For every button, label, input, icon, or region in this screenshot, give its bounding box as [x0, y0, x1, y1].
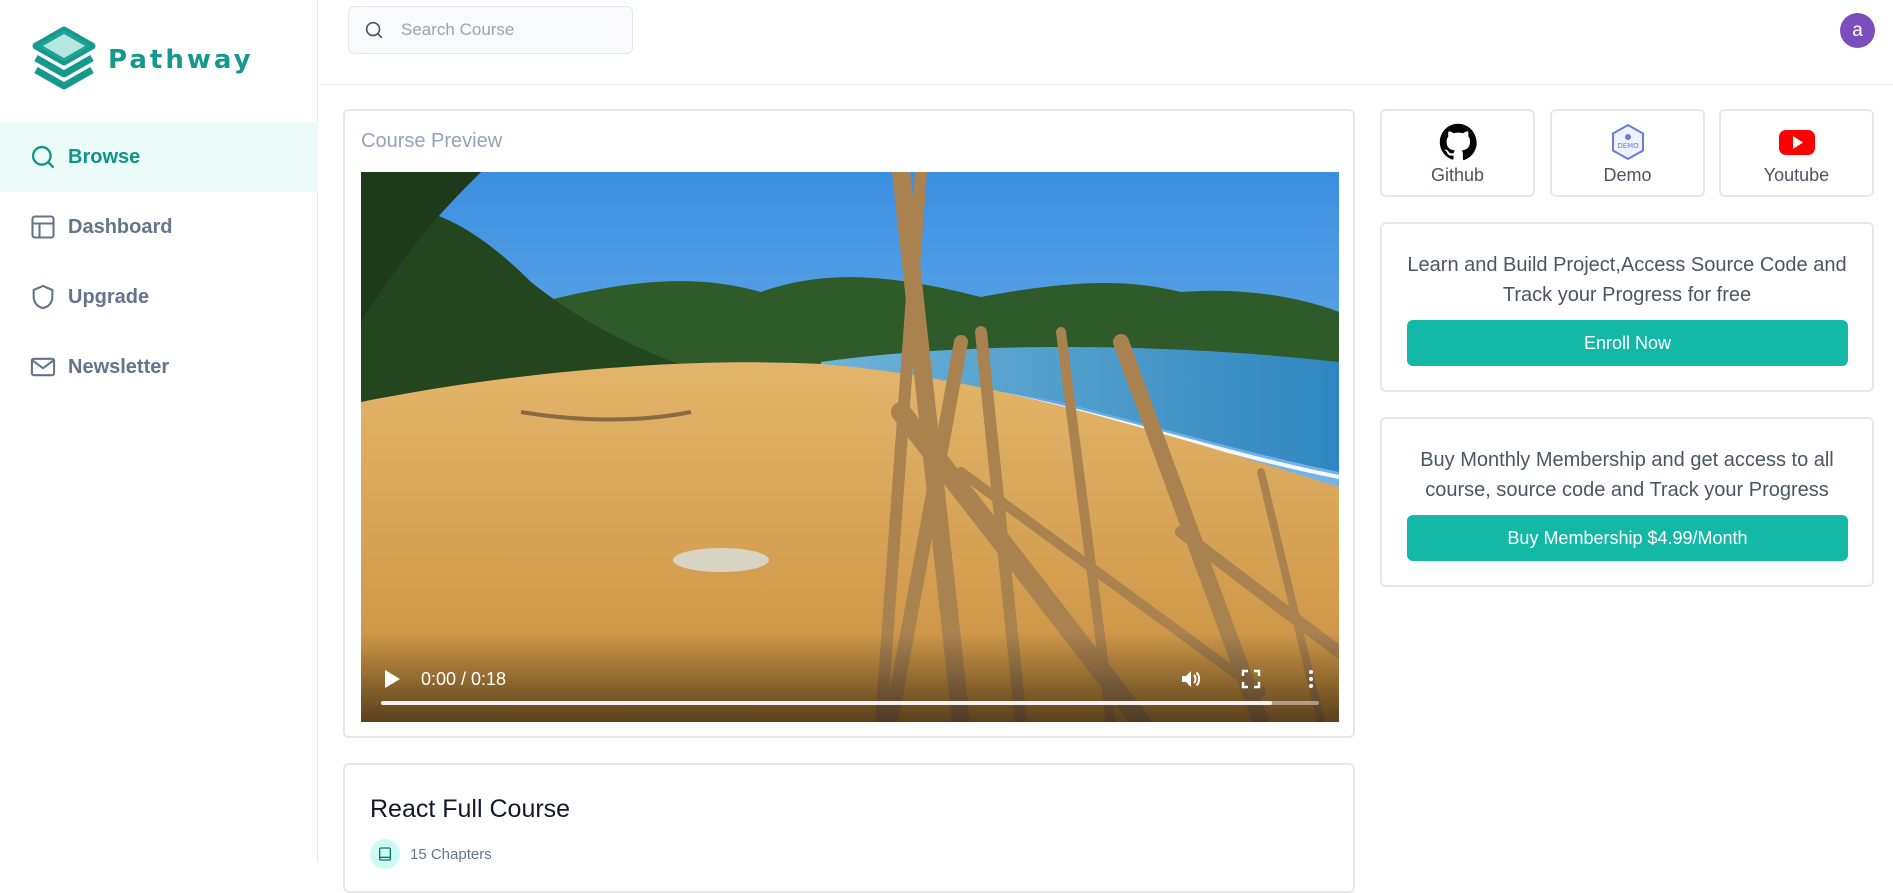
logo-text: Pathway — [108, 45, 254, 75]
chapter-count: 15 Chapters — [370, 839, 492, 869]
video-time: 0:00 / 0:18 — [421, 669, 507, 689]
sidebar-nav: Browse Dashboard Upgrade Newsletter — [0, 122, 318, 402]
play-icon[interactable] — [383, 669, 401, 689]
enroll-now-button[interactable]: Enroll Now — [1407, 320, 1848, 366]
membership-text: Buy Monthly Membership and get access to… — [1420, 449, 1834, 501]
github-icon — [1439, 123, 1477, 161]
sidebar-item-dashboard[interactable]: Dashboard — [0, 192, 318, 262]
top-header: a — [319, 0, 1893, 85]
fullscreen-icon[interactable] — [1239, 667, 1263, 691]
more-options-icon[interactable] — [1299, 667, 1323, 691]
svg-text:DEMO: DEMO — [1617, 142, 1639, 150]
youtube-label: Youtube — [1763, 165, 1830, 185]
video-progress-bar[interactable] — [381, 701, 1319, 705]
course-preview-card: Course Preview 0:00 / 0:18 — [343, 109, 1355, 738]
shield-icon — [28, 282, 58, 312]
sidebar-item-newsletter[interactable]: Newsletter — [0, 332, 318, 402]
pathway-logo-icon — [32, 26, 96, 90]
video-player[interactable]: 0:00 / 0:18 — [361, 172, 1339, 722]
enroll-text: Learn and Build Project,Access Source Co… — [1407, 254, 1847, 306]
book-icon — [370, 839, 400, 869]
course-title: React Full Course — [370, 795, 571, 823]
sidebar-item-label: Browse — [68, 145, 141, 168]
avatar[interactable]: a — [1840, 13, 1875, 48]
video-progress-buffered — [381, 701, 1273, 705]
logo[interactable]: Pathway — [28, 24, 254, 96]
preview-title: Course Preview — [361, 130, 503, 152]
sidebar-item-label: Upgrade — [68, 285, 150, 308]
youtube-link-card[interactable]: Youtube — [1719, 109, 1874, 197]
search-icon — [28, 142, 58, 172]
course-info-card: React Full Course 15 Chapters — [343, 763, 1355, 893]
demo-label: Demo — [1603, 165, 1652, 185]
sidebar-item-label: Newsletter — [68, 355, 170, 378]
demo-link-card[interactable]: DEMO Demo — [1550, 109, 1705, 197]
github-link-card[interactable]: Github — [1380, 109, 1535, 197]
chapter-count-text: 15 Chapters — [410, 845, 492, 863]
buy-membership-button[interactable]: Buy Membership $4.99/Month — [1407, 515, 1848, 561]
membership-card: Buy Monthly Membership and get access to… — [1380, 417, 1874, 587]
search-icon — [365, 21, 383, 39]
video-controls: 0:00 / 0:18 — [361, 632, 1339, 722]
search-input[interactable] — [401, 20, 621, 40]
sidebar: Pathway Browse Dashboard Upgrade Newslet… — [0, 0, 318, 862]
enroll-card: Learn and Build Project,Access Source Co… — [1380, 222, 1874, 392]
volume-icon[interactable] — [1179, 667, 1203, 691]
sidebar-item-label: Dashboard — [68, 215, 173, 238]
search-box[interactable] — [348, 6, 633, 54]
demo-badge-icon: DEMO — [1609, 123, 1647, 161]
sidebar-item-browse[interactable]: Browse — [0, 122, 318, 192]
sidebar-item-upgrade[interactable]: Upgrade — [0, 262, 318, 332]
github-label: Github — [1430, 165, 1485, 185]
mail-icon — [28, 352, 58, 382]
layout-icon — [28, 212, 58, 242]
youtube-icon — [1778, 123, 1816, 161]
